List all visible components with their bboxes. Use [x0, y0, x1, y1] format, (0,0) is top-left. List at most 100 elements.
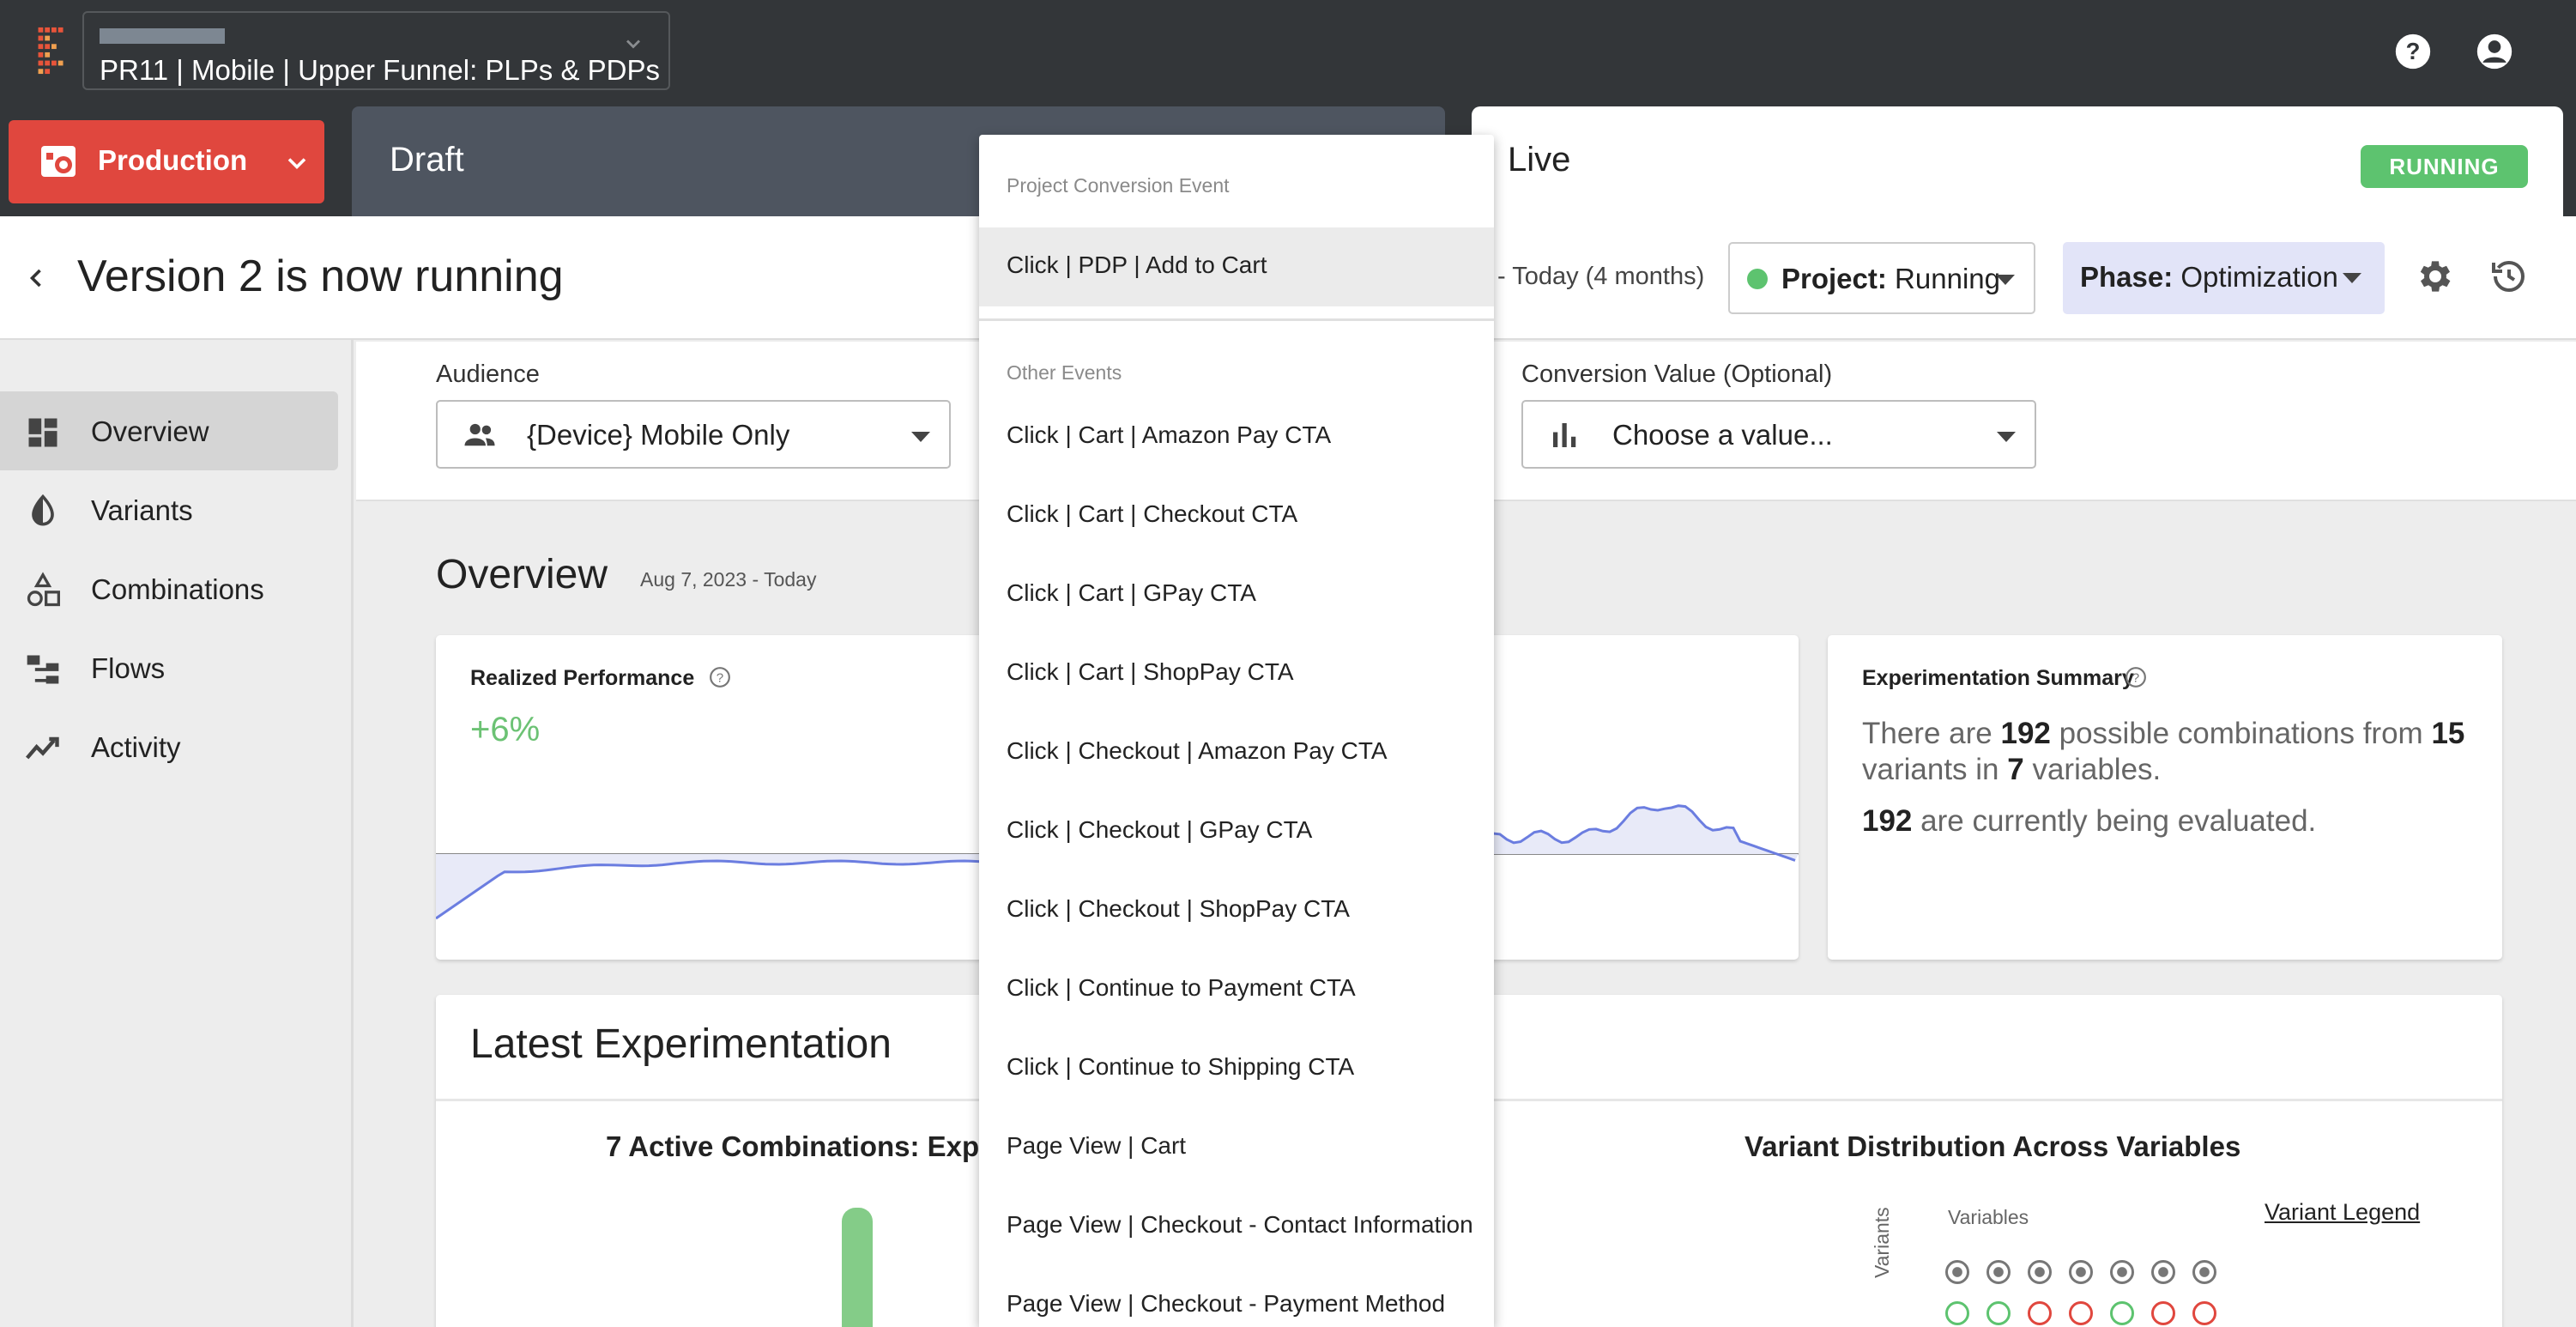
sidebar-item-label: Variants — [91, 494, 193, 526]
section-title: Overview — [436, 552, 608, 597]
tab-draft-label: Draft — [390, 141, 464, 179]
dropdown-item[interactable]: Click | Continue to Payment CTA — [979, 950, 1494, 1029]
shapes-icon — [27, 572, 60, 607]
summary-evaluated-count: 192 — [1862, 804, 1913, 838]
conversion-value-select[interactable]: Choose a value... — [1521, 400, 2036, 469]
redacted-org-name — [100, 28, 225, 44]
variant-dot — [2069, 1301, 2093, 1325]
dropdown-item-label: Click | Continue to Payment CTA — [1007, 974, 1356, 1001]
sidebar-item-flows[interactable]: Flows — [0, 628, 338, 707]
project-selector[interactable]: PR11 | Mobile | Upper Funnel: PLPs & PDP… — [82, 11, 670, 90]
sidebar-item-label: Flows — [91, 652, 166, 684]
help-outline-icon[interactable]: ? — [2125, 666, 2147, 688]
svg-text:?: ? — [717, 670, 723, 685]
variant-dot — [2192, 1301, 2216, 1325]
summary-variant-count: 15 — [2431, 717, 2465, 750]
dropdown-item-label: Click | Cart | Amazon Pay CTA — [1007, 421, 1332, 448]
dropdown-item-label: Click | Checkout | GPay CTA — [1007, 816, 1313, 843]
variants-axis-label: Variants — [1871, 1207, 1893, 1278]
tab-live-label: Live — [1508, 141, 1571, 179]
dropdown-item-label: Click | Checkout | ShopPay CTA — [1007, 895, 1350, 922]
history-icon[interactable] — [2488, 256, 2530, 297]
variant-dot — [2028, 1301, 2052, 1325]
dropdown-item-label: Click | Continue to Shipping CTA — [1007, 1053, 1355, 1080]
tab-live[interactable]: Live RUNNING — [1472, 106, 2563, 227]
audience-select[interactable]: {Device} Mobile Only — [436, 400, 951, 469]
variant-distribution-title: Variant Distribution Across Variables — [1745, 1130, 2241, 1162]
dropdown-item[interactable]: Click | Cart | GPay CTA — [979, 555, 1494, 634]
project-title: PR11 | Mobile | Upper Funnel: PLPs & PDP… — [100, 54, 660, 86]
bar-chart-icon — [1553, 423, 1576, 447]
contrast-icon — [32, 494, 54, 526]
card-title: Realized Performance — [470, 666, 695, 690]
project-status-label: Project: — [1781, 263, 1887, 294]
phase-label: Phase: — [2080, 261, 2174, 293]
dropdown-item[interactable]: Click | Checkout | Amazon Pay CTA — [979, 713, 1494, 792]
dropdown-item-label: Click | PDP | Add to Cart — [1007, 251, 1267, 278]
dropdown-item[interactable]: Page View | Checkout - Payment Method — [979, 1266, 1494, 1327]
page-title: Version 2 is now running — [77, 251, 564, 301]
caret-down-icon — [2343, 273, 2361, 283]
summary-text-part: variables. — [2032, 753, 2162, 786]
variant-legend-link[interactable]: Variant Legend — [2265, 1199, 2420, 1226]
dropdown-item-label: Click | Cart | ShopPay CTA — [1007, 658, 1294, 685]
summary-evaluated-text: 192 are currently being evaluated. — [1862, 803, 2480, 839]
summary-text-part: are currently being evaluated. — [1920, 804, 2317, 838]
conversion-value-placeholder: Choose a value... — [1612, 419, 1833, 451]
help-icon[interactable]: ? — [2394, 33, 2432, 70]
dropdown-item-selected[interactable]: Click | PDP | Add to Cart — [979, 227, 1494, 306]
dropdown-item-label: Click | Checkout | Amazon Pay CTA — [1007, 737, 1388, 764]
variable-dot — [2192, 1260, 2216, 1284]
summary-combinations-text: There are 192 possible combinations from… — [1862, 716, 2480, 788]
sidebar-item-combinations[interactable]: Combinations — [0, 549, 338, 628]
sidebar-item-label: Combinations — [91, 573, 264, 605]
caret-down-icon — [1996, 275, 2015, 285]
dropdown-item[interactable]: Page View | Cart — [979, 1108, 1494, 1187]
dropdown-item-label: Page View | Cart — [1007, 1132, 1187, 1159]
environment-button[interactable]: Production — [9, 120, 324, 203]
variable-dot — [1986, 1260, 2011, 1284]
dropdown-item[interactable]: Click | Cart | Amazon Pay CTA — [979, 397, 1494, 476]
sidebar-item-variants[interactable]: Variants — [0, 470, 338, 549]
dropdown-item[interactable]: Click | Cart | ShopPay CTA — [979, 634, 1494, 713]
variable-dot — [2110, 1260, 2134, 1284]
dropdown-item-label: Click | Cart | Checkout CTA — [1007, 500, 1298, 527]
help-outline-icon[interactable]: ? — [709, 666, 731, 688]
caret-down-icon — [1997, 432, 2016, 442]
overview-dates: Aug 7, 2023 - Today — [640, 568, 817, 591]
account-icon[interactable] — [2476, 33, 2513, 70]
variables-axis-label: Variables — [1948, 1206, 2029, 1228]
sidebar-item-activity[interactable]: Activity — [0, 707, 338, 786]
dropdown-divider — [979, 318, 1494, 321]
gear-icon[interactable] — [2413, 256, 2454, 297]
summary-combination-count: 192 — [2000, 717, 2051, 750]
sidebar: Overview Variants Combinations Flows Act… — [0, 340, 354, 1327]
dropdown-item-label: Page View | Checkout - Contact Informati… — [1007, 1211, 1473, 1238]
phase-dropdown[interactable]: Phase: Optimization — [2063, 242, 2385, 314]
dropdown-item[interactable]: Click | Checkout | ShopPay CTA — [979, 871, 1494, 950]
back-chevron-icon[interactable] — [21, 259, 51, 297]
tree-icon — [27, 655, 59, 684]
experimentation-summary-card: Experimentation Summary ? There are 192 … — [1828, 635, 2502, 960]
trending-icon — [25, 736, 59, 760]
app-logo-icon — [38, 27, 63, 75]
dropdown-item-label: Click | Cart | GPay CTA — [1007, 579, 1256, 606]
dropdown-item[interactable]: Click | Checkout | GPay CTA — [979, 792, 1494, 871]
variable-dot — [1945, 1260, 1969, 1284]
sidebar-item-overview[interactable]: Overview — [0, 391, 338, 470]
svg-text:?: ? — [2132, 670, 2139, 685]
running-status-dot — [1747, 269, 1768, 289]
dropdown-item-label: Page View | Checkout - Payment Method — [1007, 1290, 1446, 1317]
variable-dot — [2151, 1260, 2175, 1284]
dropdown-item[interactable]: Click | Cart | Checkout CTA — [979, 476, 1494, 555]
summary-variable-count: 7 — [2007, 753, 2024, 786]
dropdown-item[interactable]: Click | Continue to Shipping CTA — [979, 1029, 1494, 1108]
conversion-value-label: Conversion Value (Optional) — [1521, 361, 1833, 388]
dropdown-section-header: Project Conversion Event — [1007, 174, 1230, 197]
project-status-dropdown[interactable]: Project: Running — [1728, 242, 2035, 314]
dropdown-item[interactable]: Page View | Checkout - Contact Informati… — [979, 1187, 1494, 1266]
chevron-down-icon — [626, 39, 640, 49]
sidebar-item-label: Activity — [91, 731, 181, 763]
active-combinations-title: 7 Active Combinations: Expect — [606, 1130, 1020, 1162]
production-icon — [41, 146, 76, 177]
